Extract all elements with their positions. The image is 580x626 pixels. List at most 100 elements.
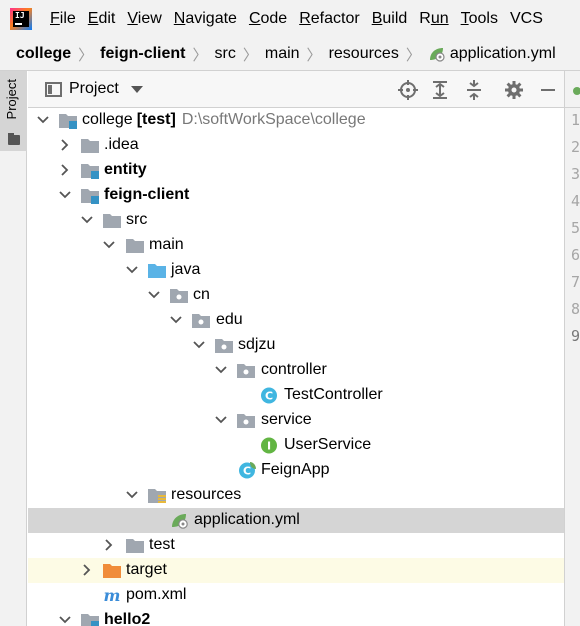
resources-folder-icon [148, 489, 166, 503]
tree-row-hello2[interactable]: hello2 [28, 608, 564, 626]
tree-label: entity [104, 161, 147, 178]
left-tool-strip: Project [0, 71, 27, 626]
tree-label: pom.xml [126, 586, 187, 603]
chevron-down-icon[interactable] [148, 289, 160, 301]
menu-refactor[interactable]: Refactor [293, 10, 365, 28]
breadcrumb-separator-icon: 〉 [242, 46, 258, 64]
tree-row-resources[interactable]: resources [28, 483, 564, 508]
tree-row-src[interactable]: src [28, 208, 564, 233]
tree-row-userservice[interactable]: I UserService [28, 433, 564, 458]
menu-file[interactable]: File [44, 10, 82, 28]
tree-label: target [126, 561, 167, 578]
collapse-all-icon[interactable] [464, 80, 484, 100]
gear-icon[interactable] [504, 80, 524, 100]
breadcrumb-main[interactable]: main [265, 45, 300, 63]
breadcrumb-src[interactable]: src [215, 45, 236, 63]
chevron-down-icon[interactable] [193, 339, 205, 351]
chevron-down-icon[interactable] [170, 314, 182, 326]
chevron-right-icon[interactable] [103, 539, 115, 551]
tree-row-testcontroller[interactable]: C TestController [28, 383, 564, 408]
chevron-down-icon[interactable] [126, 489, 138, 501]
tree-row-college[interactable]: college [test] D:\softWorkSpace\college [28, 108, 564, 133]
expand-all-icon[interactable] [430, 80, 450, 100]
package-icon [192, 314, 210, 328]
locate-target-icon[interactable] [398, 80, 418, 100]
tree-label: college [test] D:\softWorkSpace\college [82, 111, 366, 128]
menu-code[interactable]: Code [243, 10, 293, 28]
tree-label: sdjzu [238, 336, 276, 353]
tree-row-service[interactable]: service [28, 408, 564, 433]
menu-build[interactable]: Build [366, 10, 414, 28]
tree-row-cn[interactable]: cn [28, 283, 564, 308]
tree-row-main[interactable]: main [28, 233, 564, 258]
line-number: 2 [571, 138, 580, 156]
intellij-logo-icon: IJ [10, 8, 32, 30]
spring-yaml-file-icon [172, 514, 188, 529]
chevron-down-icon[interactable] [126, 264, 138, 276]
tree-label: src [126, 211, 148, 228]
module-folder-icon [81, 164, 99, 179]
menu-tools[interactable]: Tools [455, 10, 504, 28]
tree-row-sdjzu[interactable]: sdjzu [28, 333, 564, 358]
breadcrumb-college[interactable]: college [16, 45, 71, 63]
breadcrumb-separator-icon: 〉 [78, 46, 94, 64]
svg-text:C: C [265, 390, 273, 403]
project-tree: college [test] D:\softWorkSpace\college .i… [28, 108, 564, 626]
menu-navigate[interactable]: Navigate [168, 10, 243, 28]
java-interface-icon: I [261, 437, 277, 454]
package-icon [215, 339, 233, 353]
line-number: 4 [571, 192, 580, 210]
chevron-right-icon[interactable] [59, 164, 71, 176]
chevron-right-icon[interactable] [59, 139, 71, 151]
breadcrumb-separator-icon: 〉 [192, 46, 208, 64]
line-number: 5 [571, 219, 580, 237]
menu-vcs[interactable]: VCS [504, 10, 549, 28]
tree-row-application-yml[interactable]: application.yml [28, 508, 564, 533]
menu-view[interactable]: View [121, 10, 167, 28]
tree-row-pom-xml[interactable]: m pom.xml [28, 583, 564, 608]
breadcrumb-separator-icon: 〉 [306, 46, 322, 64]
view-dropdown-icon[interactable] [130, 85, 143, 93]
tree-row-controller[interactable]: controller [28, 358, 564, 383]
tree-label: test [149, 536, 175, 553]
chevron-down-icon[interactable] [37, 114, 49, 126]
line-number: 9 [571, 327, 580, 345]
spring-yaml-file-icon [428, 46, 446, 62]
module-folder-icon [81, 189, 99, 204]
svg-text:I: I [267, 440, 271, 453]
tree-label: edu [216, 311, 243, 328]
breadcrumb-resources[interactable]: resources [329, 45, 399, 63]
chevron-down-icon[interactable] [215, 414, 227, 426]
chevron-down-icon[interactable] [59, 189, 71, 201]
tree-row-feignapp[interactable]: C FeignApp [28, 458, 564, 483]
svg-text:m: m [104, 587, 121, 604]
chevron-down-icon[interactable] [81, 214, 93, 226]
project-view-icon [45, 81, 62, 97]
line-number: 1 [571, 111, 580, 129]
chevron-down-icon[interactable] [215, 364, 227, 376]
project-tool-tab[interactable]: Project [0, 71, 27, 151]
breadcrumb-application-yml[interactable]: application.yml [450, 45, 556, 63]
tree-row-test[interactable]: test [28, 533, 564, 558]
chevron-right-icon[interactable] [81, 564, 93, 576]
tree-row-idea[interactable]: .idea [28, 133, 564, 158]
minimize-icon[interactable] [538, 80, 558, 100]
svg-text:C: C [243, 465, 251, 478]
line-number: 7 [571, 273, 580, 291]
tree-row-edu[interactable]: edu [28, 308, 564, 333]
module-folder-icon [59, 114, 77, 129]
tree-row-feign-client[interactable]: feign-client [28, 183, 564, 208]
source-folder-icon [148, 264, 166, 278]
menu-edit[interactable]: Edit [82, 10, 122, 28]
tree-row-target[interactable]: target [28, 558, 564, 583]
tree-row-entity[interactable]: entity [28, 158, 564, 183]
chevron-down-icon[interactable] [103, 239, 115, 251]
breadcrumb-feign-client[interactable]: feign-client [100, 45, 185, 63]
folder-icon [126, 539, 144, 553]
menu-bar: IJ File Edit View Navigate Code Refactor… [0, 0, 580, 38]
editor-tab[interactable] [565, 71, 580, 108]
menu-run[interactable]: Run [413, 10, 454, 28]
tree-label: controller [261, 361, 327, 378]
chevron-down-icon[interactable] [59, 614, 71, 626]
tree-row-java[interactable]: java [28, 258, 564, 283]
